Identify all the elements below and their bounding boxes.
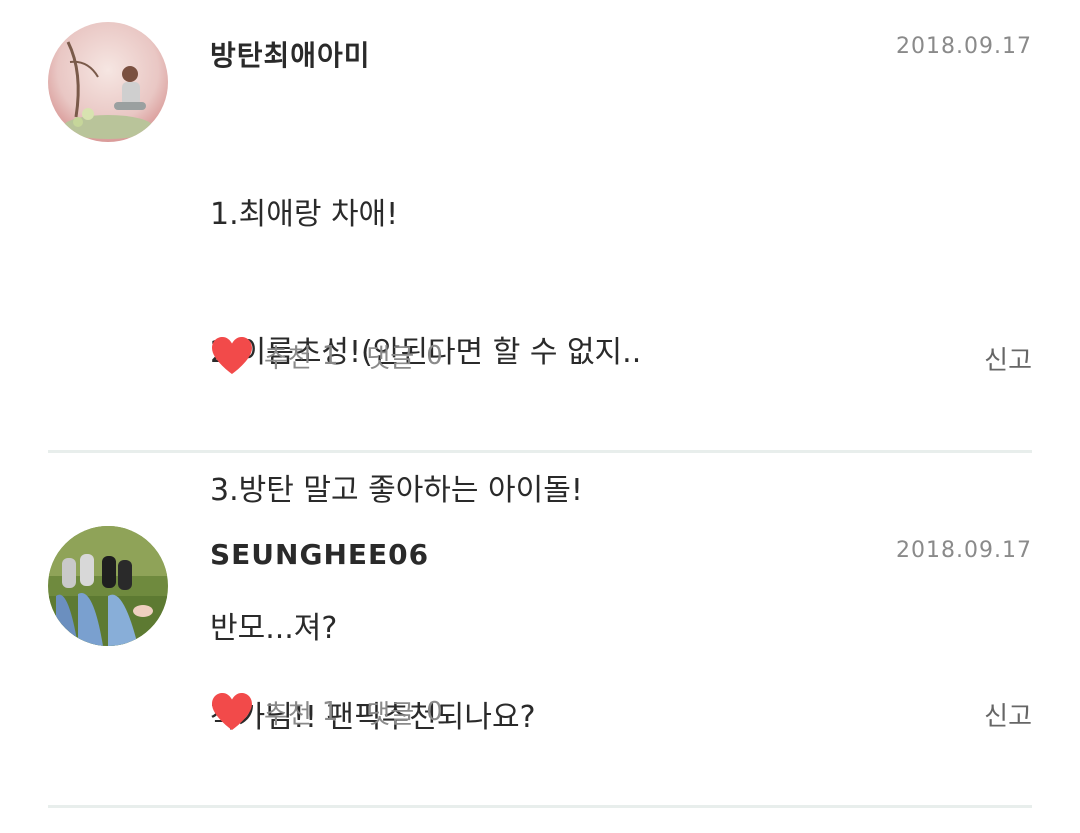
comment-actions: 추천 1 댓글 0 <box>210 690 443 734</box>
reply-count: 0 <box>426 697 443 727</box>
like-label[interactable]: 추천 <box>264 338 312 375</box>
username[interactable]: 방탄최애아미 <box>210 34 371 74</box>
report-button[interactable]: 신고 <box>984 340 1032 377</box>
like-count: 1 <box>321 697 339 727</box>
like-label[interactable]: 추천 <box>264 694 312 731</box>
avatar[interactable] <box>48 22 168 142</box>
comment-actions: 추천 1 댓글 0 <box>210 334 443 378</box>
heart-icon[interactable] <box>210 336 254 376</box>
username[interactable]: SEUNGHEE06 <box>210 538 429 571</box>
divider <box>48 450 1032 453</box>
avatar[interactable] <box>48 526 168 646</box>
comment-date: 2018.09.17 <box>896 538 1032 563</box>
report-button[interactable]: 신고 <box>984 696 1032 733</box>
heart-icon[interactable] <box>210 692 254 732</box>
comment-item: 방탄최애아미 2018.09.17 1.최애랑 차애! 2.이름초성!(안된다면… <box>0 0 1080 646</box>
profile-photo-sneakers <box>48 526 168 646</box>
reply-label[interactable]: 댓글 <box>366 338 414 375</box>
comment-date: 2018.09.17 <box>896 34 1032 59</box>
reply-label[interactable]: 댓글 <box>366 694 414 731</box>
divider <box>48 805 1032 808</box>
like-count: 1 <box>321 341 339 371</box>
comment-item: SEUNGHEE06 2018.09.17 작가님!! 팬픽추천되나요? 추천 … <box>0 455 1080 810</box>
reply-count: 0 <box>426 341 443 371</box>
comment-line: 1.최애랑 차애! <box>210 197 399 232</box>
profile-photo-flowers <box>48 22 168 142</box>
